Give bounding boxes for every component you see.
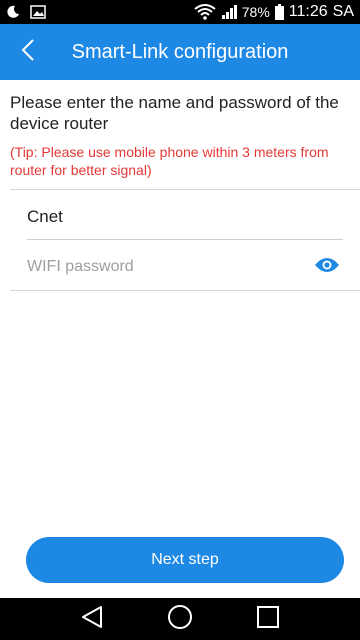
- nav-back-button[interactable]: [68, 598, 116, 640]
- recents-square-icon: [256, 605, 280, 634]
- status-bar: 78% 11:26 SA: [0, 0, 360, 24]
- clock-suffix: SA: [332, 3, 354, 20]
- page-title: Smart-Link configuration: [71, 40, 289, 63]
- divider: [10, 290, 360, 291]
- image-icon: [30, 5, 46, 19]
- password-input[interactable]: [27, 258, 311, 276]
- back-triangle-icon: [81, 605, 103, 634]
- status-right: 78% 11:26 SA: [194, 3, 354, 21]
- nav-home-button[interactable]: [156, 598, 204, 640]
- battery-icon: [274, 4, 284, 20]
- moon-icon: [6, 5, 20, 19]
- password-row: [27, 246, 343, 288]
- ssid-field[interactable]: Cnet: [27, 196, 343, 238]
- battery-percent: 78%: [241, 4, 270, 20]
- divider: [10, 189, 360, 190]
- eye-icon: [314, 257, 340, 278]
- back-button[interactable]: [8, 32, 48, 72]
- nav-recents-button[interactable]: [244, 598, 292, 640]
- ssid-underline: [27, 239, 343, 240]
- tip-text: (Tip: Please use mobile phone within 3 m…: [10, 144, 329, 178]
- chevron-left-icon: [21, 38, 35, 67]
- instruction-text: Please enter the name and password of th…: [10, 93, 339, 133]
- home-circle-icon: [167, 604, 193, 635]
- clock-time: 11:26: [288, 3, 328, 20]
- wifi-icon: [194, 4, 216, 20]
- signal-icon: [221, 4, 237, 20]
- app-bar: Smart-Link configuration: [0, 24, 360, 80]
- system-nav-bar: [0, 598, 360, 640]
- smart-link-screen: 78% 11:26 SA Smart-Link configuration Pl…: [0, 0, 360, 640]
- status-left: [6, 5, 46, 19]
- next-step-button[interactable]: Next step: [26, 537, 344, 583]
- toggle-password-visibility-button[interactable]: [311, 251, 343, 283]
